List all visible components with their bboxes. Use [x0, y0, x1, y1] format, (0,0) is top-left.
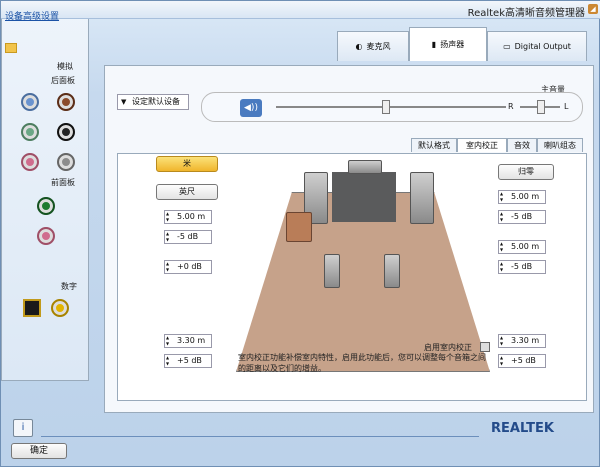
- distance-spin-front-left[interactable]: 5.00 m: [164, 210, 212, 224]
- balance-left-label: L: [564, 102, 569, 111]
- speaker-icon: ▮: [431, 40, 437, 49]
- front-jack-green[interactable]: [37, 197, 55, 215]
- volume-track: [276, 106, 506, 108]
- tv-screen: [332, 172, 396, 222]
- center-speaker[interactable]: [348, 160, 382, 174]
- tab-speaker[interactable]: ▮ 扬声器: [409, 27, 487, 61]
- left-panel: 设备高级设置 模拟 后面板 前面板 数字: [1, 1, 89, 381]
- gain-spin-front-right[interactable]: -5 dB: [498, 210, 546, 224]
- front-jack-pink[interactable]: [37, 227, 55, 245]
- subwoofer-speaker[interactable]: [286, 212, 312, 242]
- subtab-default-format[interactable]: 默认格式: [411, 138, 457, 152]
- room-correction-area: 米 英尺 归零 5.00 m -5 dB 5.00 m -5 dB 3.30 m…: [117, 153, 587, 401]
- advanced-settings-link[interactable]: 设备高级设置: [5, 9, 59, 22]
- jack-pink[interactable]: [21, 153, 39, 171]
- gain-spin-rear-right[interactable]: +5 dB: [498, 354, 546, 368]
- title-bar: Realtek高清晰音频管理器 ◢: [1, 1, 600, 19]
- microphone-icon: ◐: [355, 42, 363, 51]
- jack-green[interactable]: [21, 123, 39, 141]
- room-correction-checkbox-label: 启用室内校正: [424, 343, 472, 352]
- subtab-sound-effects[interactable]: 音效: [507, 138, 537, 152]
- digital-label: 数字: [61, 282, 77, 291]
- volume-thumb[interactable]: [382, 100, 390, 114]
- subtab-speaker-config[interactable]: 喇叭组态: [537, 138, 583, 152]
- jack-blue[interactable]: [21, 93, 39, 111]
- front-panel-label: 前面板: [51, 178, 75, 187]
- window-title: Realtek高清晰音频管理器: [467, 8, 585, 19]
- folder-icon[interactable]: [5, 43, 17, 53]
- balance-right-label: R: [508, 102, 514, 111]
- jack-brown[interactable]: [57, 93, 75, 111]
- back-panel-label: 后面板: [51, 76, 75, 85]
- rear-right-speaker[interactable]: [384, 254, 400, 288]
- analog-label: 模拟: [57, 62, 73, 71]
- speaker-panel: 主音量 设定默认设备 ◀)) R L 喇叭组态 音效 室内校正 默认格式 米 英…: [104, 65, 594, 413]
- tab-microphone[interactable]: ◐ 麦克风: [337, 31, 409, 61]
- tab-digital-output[interactable]: ▭ Digital Output: [487, 31, 587, 61]
- volume-slider-box: ◀)) R L: [201, 92, 583, 122]
- gain-spin-surround-right[interactable]: -5 dB: [498, 260, 546, 274]
- digital-jack-yellow[interactable]: [51, 299, 69, 317]
- realtek-logo: REALTEK: [491, 421, 554, 436]
- room-correction-note: 室内校正功能补偿室内特性，启用此功能后，您可以调整每个音箱之间的距离以及它们的增…: [238, 353, 486, 373]
- gain-spin-front-left[interactable]: -5 dB: [164, 230, 212, 244]
- subtab-room-correction[interactable]: 室内校正: [457, 138, 507, 152]
- mute-speaker-icon[interactable]: ◀)): [240, 99, 262, 117]
- reset-button[interactable]: 归零: [498, 164, 554, 180]
- distance-spin-surround-right[interactable]: 5.00 m: [498, 240, 546, 254]
- ok-button[interactable]: 确定: [11, 443, 67, 459]
- distance-spin-front-right[interactable]: 5.00 m: [498, 190, 546, 204]
- gain-spin-rear-left[interactable]: +5 dB: [164, 354, 212, 368]
- jack-black[interactable]: [57, 123, 75, 141]
- main-window: Realtek高清晰音频管理器 ◢ 设备高级设置 模拟 后面板 前面板 数字 ▭…: [0, 0, 600, 467]
- meter-button[interactable]: 米: [156, 156, 218, 172]
- distance-spin-rear-right[interactable]: 3.30 m: [498, 334, 546, 348]
- balance-thumb[interactable]: [537, 100, 545, 114]
- feet-button[interactable]: 英尺: [156, 184, 218, 200]
- default-device-dropdown[interactable]: 设定默认设备: [117, 94, 189, 110]
- jack-gray[interactable]: [57, 153, 75, 171]
- speaker-icon: ◢: [588, 4, 598, 14]
- digital-output-icon: ▭: [503, 42, 511, 51]
- brand-divider: [41, 436, 479, 437]
- room-correction-checkbox[interactable]: [480, 342, 490, 352]
- distance-spin-rear-left[interactable]: 3.30 m: [164, 334, 212, 348]
- optical-port-icon[interactable]: [23, 299, 41, 317]
- front-left-speaker[interactable]: [410, 172, 434, 224]
- gain-spin-subwoofer[interactable]: +0 dB: [164, 260, 212, 274]
- info-icon[interactable]: i: [13, 419, 33, 437]
- rear-left-speaker[interactable]: [324, 254, 340, 288]
